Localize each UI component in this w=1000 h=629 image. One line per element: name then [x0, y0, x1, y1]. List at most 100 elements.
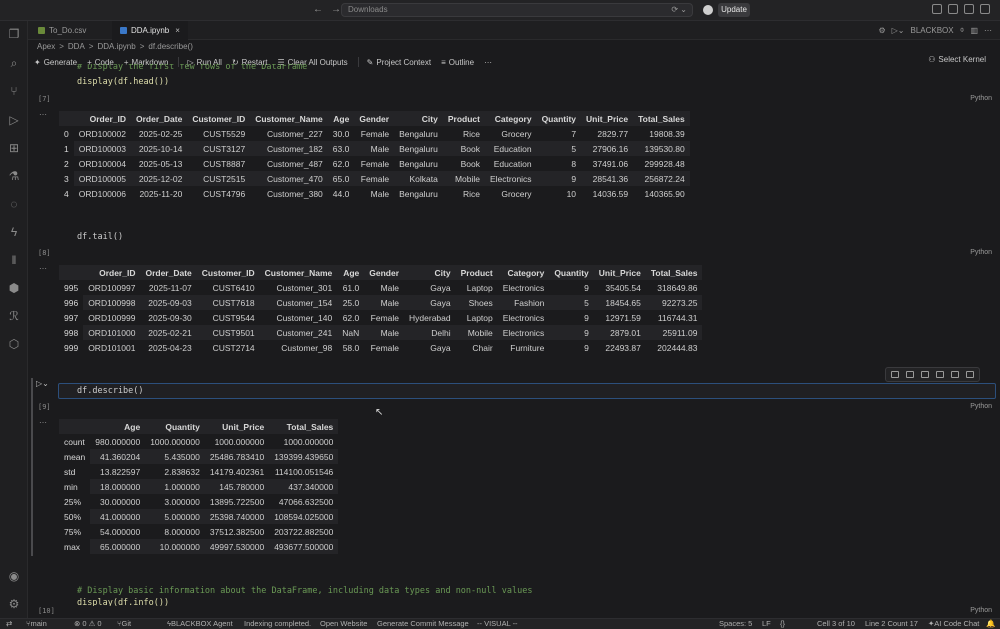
account-icon[interactable]: ◉ [7, 569, 21, 583]
project-context-button[interactable]: ✎ Project Context [367, 58, 431, 67]
table-cell: 1000.000000 [214, 436, 265, 447]
testing-icon[interactable]: ⚗ [7, 169, 21, 183]
commit-message-button[interactable]: Generate Commit Message [377, 619, 469, 629]
forward-arrow-icon[interactable]: → [331, 4, 341, 15]
table-cell: 30.0 [332, 128, 350, 139]
table-cell: Female [360, 158, 390, 169]
split-cell-icon[interactable] [921, 371, 929, 378]
code-cell-head[interactable]: display(df.head()) [77, 77, 169, 87]
pause-icon[interactable]: ‖ [7, 253, 21, 267]
select-kernel-button[interactable]: ⚇ Select Kernel [928, 55, 986, 64]
table-cell: 18.000000 [90, 479, 146, 494]
table-cell: 2025-09-30 [148, 312, 192, 323]
code-cell-info[interactable]: display(df.info()) [77, 598, 169, 606]
blackbox-agent-status[interactable]: ϟ BLACKBOX Agent [167, 619, 233, 629]
breadcrumb-dda[interactable]: DDA [68, 42, 85, 51]
toggle-secondary-sidebar-icon[interactable] [964, 4, 974, 14]
run-debug-icon[interactable]: ▷ [7, 113, 21, 127]
back-arrow-icon[interactable]: ← [313, 4, 323, 15]
source-control-icon[interactable]: ⑂ [7, 84, 21, 98]
table-cell: 13895.722500 [209, 496, 265, 507]
table-cell: 14179.402361 [209, 466, 265, 477]
update-button[interactable]: Update [718, 3, 750, 17]
table-cell: Shoes [455, 295, 498, 310]
language-braces-indicator[interactable]: {} [780, 619, 785, 629]
blackbox-agent-label[interactable]: BLACKBOX [910, 26, 953, 35]
row-index: 998 [64, 327, 79, 338]
execute-below-icon[interactable] [906, 371, 914, 378]
column-header: Order_Date [145, 267, 192, 278]
breadcrumb-apex[interactable]: Apex [37, 42, 55, 51]
delete-cell-icon[interactable] [966, 371, 974, 378]
table-cell: 25486.783410 [204, 449, 270, 464]
line-count-indicator[interactable]: Line 2 Count 17 [865, 619, 918, 629]
table-cell: Electronics [502, 312, 545, 323]
table-cell: Laptop [466, 312, 493, 323]
run-icon[interactable]: ▷⌄ [892, 26, 905, 35]
search-options-icon[interactable]: ⟳ ⌄ [671, 4, 687, 16]
outline-button[interactable]: ≡ Outline [441, 58, 474, 67]
git-indicator[interactable]: ⑂ Git [117, 619, 131, 629]
table-row: 50% 41.000000 5.000000 25398.740000 108594.0… [59, 509, 339, 524]
extensions-icon[interactable]: ⊞ [7, 141, 21, 155]
breadcrumb-symbol[interactable]: df.describe() [148, 42, 192, 51]
toggle-sidebar-icon[interactable] [932, 4, 942, 14]
cell-position-indicator[interactable]: Cell 3 of 10 [817, 619, 855, 629]
cell-language-label[interactable]: Python [970, 249, 992, 256]
compare-icon[interactable]: ⌽ [960, 25, 965, 35]
table-cell: Bengaluru [399, 188, 438, 199]
indentation-indicator[interactable]: Spaces: 5 [719, 619, 752, 629]
cell-language-label[interactable]: Python [970, 403, 992, 410]
account-icon[interactable] [703, 5, 713, 15]
more-toolbar-button[interactable]: ··· [484, 58, 492, 67]
execute-above-icon[interactable] [891, 371, 899, 378]
run-cell-icon[interactable]: ▷⌄ [36, 379, 49, 388]
explorer-icon[interactable]: ❐ [7, 27, 21, 41]
table-cell: Grocery [501, 188, 532, 199]
search-icon[interactable]: ⌕ [7, 56, 21, 70]
python-icon[interactable]: ⬢ [7, 281, 21, 295]
toggle-panel-icon[interactable] [948, 4, 958, 14]
chat-icon[interactable]: ◌ [7, 197, 21, 211]
cell-execution-count: [8] [38, 249, 51, 257]
table-cell: 41.000000 [90, 509, 146, 524]
notifications-icon[interactable]: 🔔 [986, 619, 995, 629]
generate-button[interactable]: ✦ Generate [34, 58, 77, 67]
cell-more-icon[interactable] [951, 371, 959, 378]
more-actions-icon[interactable]: ⋯ [984, 26, 992, 35]
remote-indicator-icon[interactable]: ⇄ [6, 619, 12, 629]
code-editor-describe[interactable]: df.describe() [58, 383, 996, 399]
cell-language-label[interactable]: Python [970, 95, 992, 102]
remote-icon[interactable]: ℛ [7, 309, 21, 323]
ai-code-chat-button[interactable]: ✦ AI Code Chat [928, 619, 979, 629]
settings-gear-icon[interactable]: ⚙ [7, 597, 21, 611]
eol-indicator[interactable]: LF [762, 619, 771, 629]
table-cell: 116744.31 [657, 312, 698, 323]
table-cell: Female [370, 342, 400, 353]
tab-todo-csv[interactable]: To_Do.csv [30, 21, 94, 40]
tab-dda-ipynb[interactable]: DDA.ipynb × [112, 21, 188, 40]
code-cell-tail[interactable]: df.tail() [77, 232, 123, 242]
cell-language-label[interactable]: Python [970, 607, 992, 614]
table-cell: ORD100005 [73, 171, 131, 186]
output-more-icon[interactable]: ⋯ [39, 110, 47, 119]
collapse-cell-icon[interactable] [936, 371, 944, 378]
branch-indicator[interactable]: ⑂ main [26, 619, 47, 629]
customize-layout-icon[interactable] [980, 4, 990, 14]
problems-indicator[interactable]: ⊗ 0 ⚠ 0 [74, 619, 102, 629]
split-editor-icon[interactable]: ▥ [970, 26, 978, 35]
close-tab-icon[interactable]: × [175, 26, 180, 35]
output-more-icon[interactable]: ⋯ [39, 264, 47, 273]
table-cell: Grocery [501, 128, 532, 139]
container-icon[interactable]: ⬡ [7, 337, 21, 351]
breadcrumb-file[interactable]: DDA.ipynb [97, 42, 135, 51]
table-row: 995 ORD100997 2025-11-07 CUST6410 Customer_3… [59, 280, 702, 295]
open-website-link[interactable]: Open Website [320, 619, 367, 629]
blackbox-icon[interactable]: ϟ [7, 225, 21, 239]
activity-bar: ❐ ⌕ ⑂ ▷ ⊞ ⚗ ◌ ϟ ‖ ⬢ ℛ ⬡ ◉ ⚙ [0, 21, 28, 618]
table-cell: Customer_154 [259, 295, 338, 310]
output-more-icon[interactable]: ⋯ [39, 418, 47, 427]
column-header: Unit_Price [222, 421, 265, 432]
search-input[interactable]: Downloads ⟳ ⌄ [341, 3, 693, 17]
settings-icon[interactable]: ⚙ [878, 26, 885, 35]
